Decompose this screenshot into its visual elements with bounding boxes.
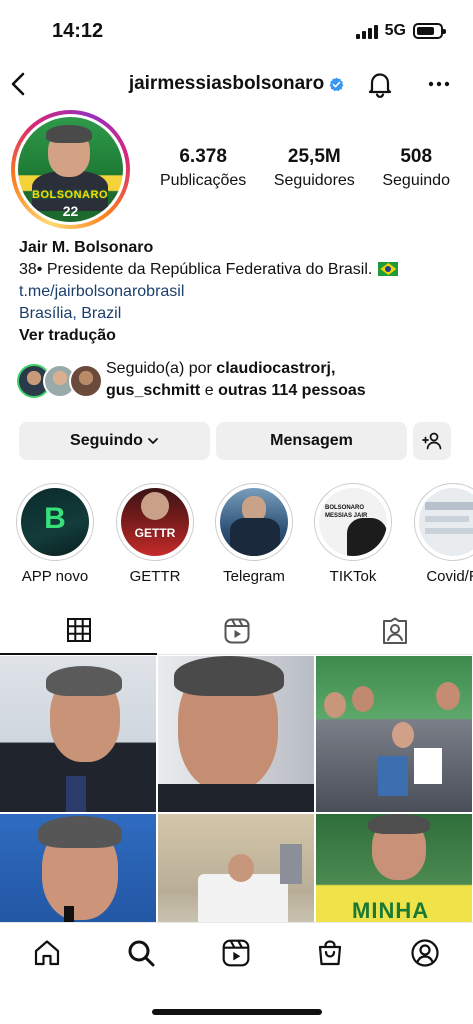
bio-link[interactable]: t.me/jairbolsonarobrasil: [19, 281, 459, 303]
bell-icon: [368, 73, 392, 98]
followed-by-text: Seguido(a) por claudiocastrorj, gus_schm…: [106, 360, 366, 399]
stat-followers[interactable]: 25,5M Seguidores: [274, 146, 355, 190]
nav-home[interactable]: [31, 937, 63, 969]
highlight-gettr[interactable]: GETTR GETTR: [115, 483, 195, 585]
stat-label: Publicações: [160, 172, 247, 189]
message-label: Mensagem: [270, 432, 353, 449]
tab-grid[interactable]: [0, 607, 157, 655]
bio-text: 38• Presidente da República Federativa d…: [19, 261, 373, 278]
followed-by[interactable]: Seguido(a) por claudiocastrorj, gus_schm…: [17, 358, 457, 406]
brazil-flag-icon: [378, 262, 399, 276]
highlight-label: Covid/R: [426, 568, 473, 585]
avatar-number: 22: [62, 203, 79, 219]
status-bar: 14:12 5G: [0, 0, 473, 62]
profile-name: Jair M. Bolsonaro: [19, 239, 154, 256]
post-thumbnail[interactable]: [158, 814, 314, 922]
bio-location[interactable]: Brasília, Brazil: [19, 303, 459, 325]
profile-tabs: [0, 607, 473, 655]
verified-badge-icon: [329, 77, 344, 91]
profile-icon: [411, 939, 439, 967]
shop-icon: [318, 940, 342, 966]
tab-tagged[interactable]: [316, 607, 473, 655]
message-button[interactable]: Mensagem: [216, 422, 407, 460]
highlight-image: GETTR: [121, 488, 189, 556]
more-icon: [428, 81, 450, 87]
reels-icon: [224, 618, 249, 644]
profile-stats: 6.378 Publicações 25,5M Seguidores 508 S…: [160, 146, 450, 190]
bottom-navigation: [0, 922, 473, 1024]
nav-search[interactable]: [125, 937, 157, 969]
signal-icon: [355, 23, 378, 39]
nav-profile[interactable]: [409, 937, 441, 969]
suggest-users-button[interactable]: [413, 422, 451, 460]
post-thumbnail[interactable]: MINHA: [316, 814, 472, 922]
stat-value: 6.378: [179, 146, 227, 167]
home-indicator: [152, 1009, 322, 1015]
avatar-logo-text: BOLSONARO: [32, 189, 108, 201]
more-options-button[interactable]: [426, 70, 452, 98]
highlight-image: [419, 488, 473, 556]
search-icon: [128, 940, 155, 967]
status-indicators: 5G: [355, 22, 446, 40]
highlight-label: APP novo: [21, 568, 89, 585]
post-thumbnail[interactable]: [0, 656, 156, 812]
highlight-image: BOLSONARO MESSIAS JAIR: [319, 488, 387, 556]
highlight-label: Telegram: [223, 568, 285, 585]
highlight-tiktok[interactable]: BOLSONARO MESSIAS JAIR TIKTok: [313, 483, 393, 585]
stat-posts[interactable]: 6.378 Publicações: [160, 146, 246, 190]
nav-shop[interactable]: [314, 937, 346, 969]
username: jairmessiasbolsonaro: [128, 73, 325, 94]
story-highlights: B APP novo GETTR GETTR Telegram BOLSONAR…: [0, 483, 473, 588]
home-icon: [34, 940, 60, 966]
tagged-icon: [382, 617, 407, 644]
tab-reels[interactable]: [158, 607, 315, 655]
following-button[interactable]: Seguindo: [19, 422, 210, 460]
highlight-image: B: [21, 488, 89, 556]
highlight-label: TIKTok: [329, 568, 377, 585]
battery-icon: [413, 23, 446, 39]
battery-level: [417, 27, 434, 35]
stat-label: Seguidores: [273, 172, 355, 189]
post-thumbnail[interactable]: [316, 656, 472, 812]
story-ring[interactable]: BOLSONARO 22: [11, 110, 130, 229]
highlight-telegram[interactable]: Telegram: [214, 483, 294, 585]
avatar: BOLSONARO 22: [18, 117, 123, 222]
bio-text-line: 38• Presidente da República Federativa d…: [19, 259, 459, 281]
translate-link[interactable]: Ver tradução: [19, 325, 459, 347]
highlight-app-novo[interactable]: B APP novo: [15, 483, 95, 585]
post-thumbnail[interactable]: [0, 814, 156, 922]
follower-avatar: [69, 364, 103, 398]
post-thumbnail[interactable]: [158, 656, 314, 812]
profile-bio: Jair M. Bolsonaro 38• Presidente da Repú…: [19, 237, 459, 347]
profile-header: jairmessiasbolsonaro: [0, 62, 473, 108]
highlight-image: [220, 488, 288, 556]
following-label: Seguindo: [70, 432, 143, 449]
stat-label: Seguindo: [382, 172, 450, 189]
add-user-icon: [422, 432, 442, 450]
highlight-label: GETTR: [129, 568, 181, 585]
notifications-button[interactable]: [366, 70, 394, 98]
posts-grid: MINHA: [0, 656, 473, 922]
stat-value: 25,5M: [287, 146, 341, 167]
username-title: jairmessiasbolsonaro: [0, 73, 473, 95]
stat-following[interactable]: 508 Seguindo: [382, 146, 450, 190]
status-time: 14:12: [52, 20, 104, 42]
profile-actions: Seguindo Mensagem: [19, 422, 453, 460]
network-type: 5G: [384, 22, 406, 39]
stat-value: 508: [400, 146, 433, 167]
grid-icon: [66, 618, 91, 642]
reels-icon: [222, 939, 250, 967]
highlight-covid[interactable]: Covid/R: [413, 483, 473, 585]
nav-reels[interactable]: [220, 937, 252, 969]
chevron-down-icon: [148, 438, 158, 444]
